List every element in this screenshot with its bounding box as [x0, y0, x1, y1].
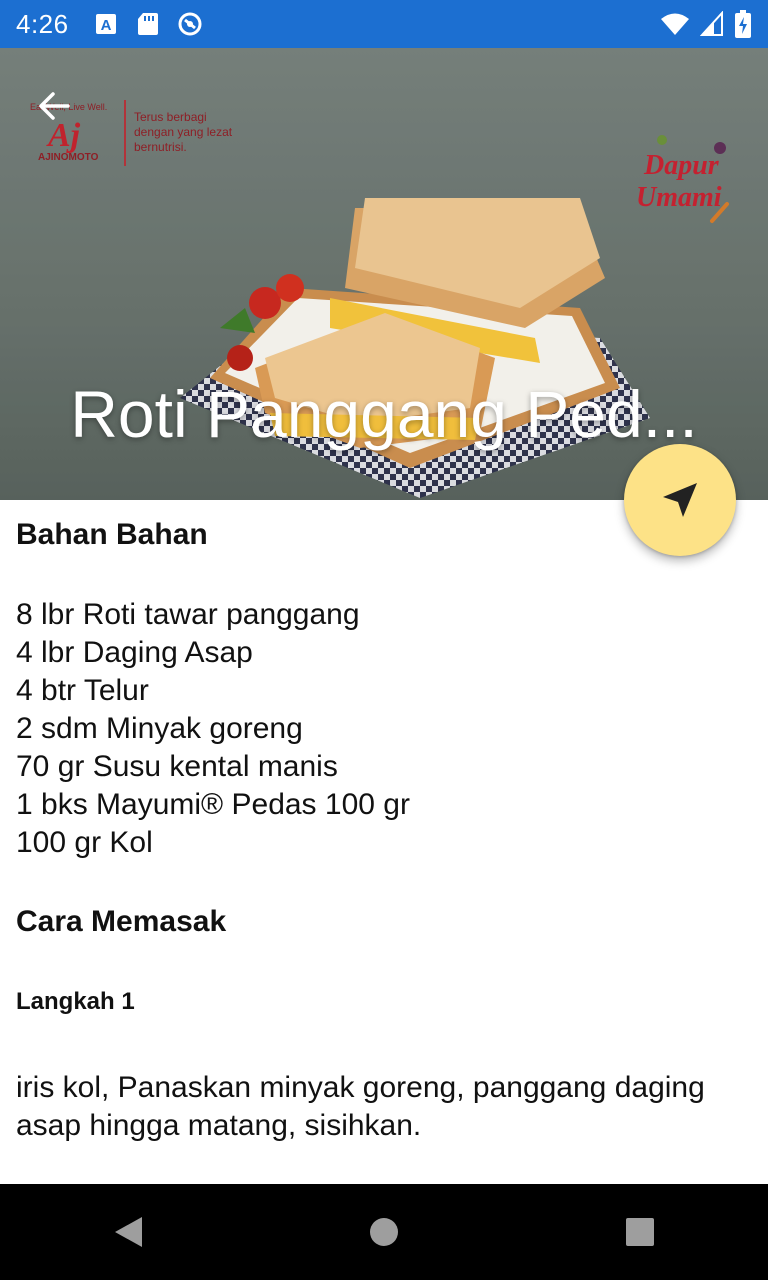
recipe-content: Bahan Bahan 8 lbr Roti tawar panggang 4 … — [16, 500, 752, 1145]
battery-icon — [735, 10, 751, 38]
status-bar: 4:26 A — [0, 0, 768, 48]
brand-slogan-line: Terus berbagi — [134, 110, 207, 124]
brand-divider — [124, 100, 126, 166]
ingredient-item: 8 lbr Roti tawar panggang — [16, 598, 360, 631]
brand-slogan-line: dengan yang lezat — [134, 125, 233, 139]
ingredient-item: 100 gr Kol — [16, 826, 153, 859]
method-title: Cara Memasak — [16, 905, 227, 938]
recents-square-icon — [626, 1218, 654, 1246]
navigation-icon — [663, 483, 697, 517]
ingredient-item: 70 gr Susu kental manis — [16, 750, 338, 783]
wifi-icon — [661, 13, 689, 35]
ingredient-item: 4 btr Telur — [16, 674, 149, 707]
navigate-button[interactable] — [624, 444, 736, 556]
signal-icon — [700, 11, 723, 36]
brand-slogan: Terus berbagi dengan yang lezat bernutri… — [134, 110, 232, 155]
nav-home-button[interactable] — [354, 1202, 414, 1262]
text-a-icon: A — [95, 14, 116, 34]
status-time: 4:26 — [16, 8, 69, 39]
nav-recents-button[interactable] — [610, 1202, 670, 1262]
back-triangle-icon — [115, 1217, 142, 1247]
svg-text:AJINOMOTO: AJINOMOTO — [38, 152, 99, 163]
back-button[interactable] — [30, 82, 78, 130]
status-system-icons — [660, 10, 752, 38]
ingredient-item: 1 bks Mayumi® Pedas 100 gr — [16, 788, 410, 821]
home-circle-icon — [370, 1218, 398, 1246]
ingredient-item: 4 lbr Daging Asap — [16, 636, 253, 669]
sd-card-icon — [137, 13, 158, 35]
sync-icon — [178, 12, 202, 36]
nav-back-button[interactable] — [98, 1202, 158, 1262]
status-notification-icons: A — [93, 11, 203, 37]
recipe-title: Roti Panggang Ped... — [70, 377, 698, 451]
svg-text:A: A — [100, 17, 111, 34]
recipe-detail-screen: 4:26 A Eat Well, Live Well. Aj AJINOMOTO… — [0, 0, 768, 1280]
step-label: Langkah 1 — [16, 988, 135, 1015]
brand-slogan-line: bernutrisi. — [134, 140, 187, 154]
step-text: iris kol, Panaskan minyak goreng, pangga… — [16, 1071, 705, 1142]
ingredient-item: 2 sdm Minyak goreng — [16, 712, 303, 745]
arrow-left-icon — [39, 92, 70, 120]
system-nav-bar — [0, 1184, 768, 1280]
ingredients-list: 8 lbr Roti tawar panggang 4 lbr Daging A… — [16, 596, 752, 862]
svg-text:Dapur: Dapur — [643, 150, 720, 181]
hero-image: Eat Well, Live Well. Aj AJINOMOTO Terus … — [0, 48, 768, 500]
